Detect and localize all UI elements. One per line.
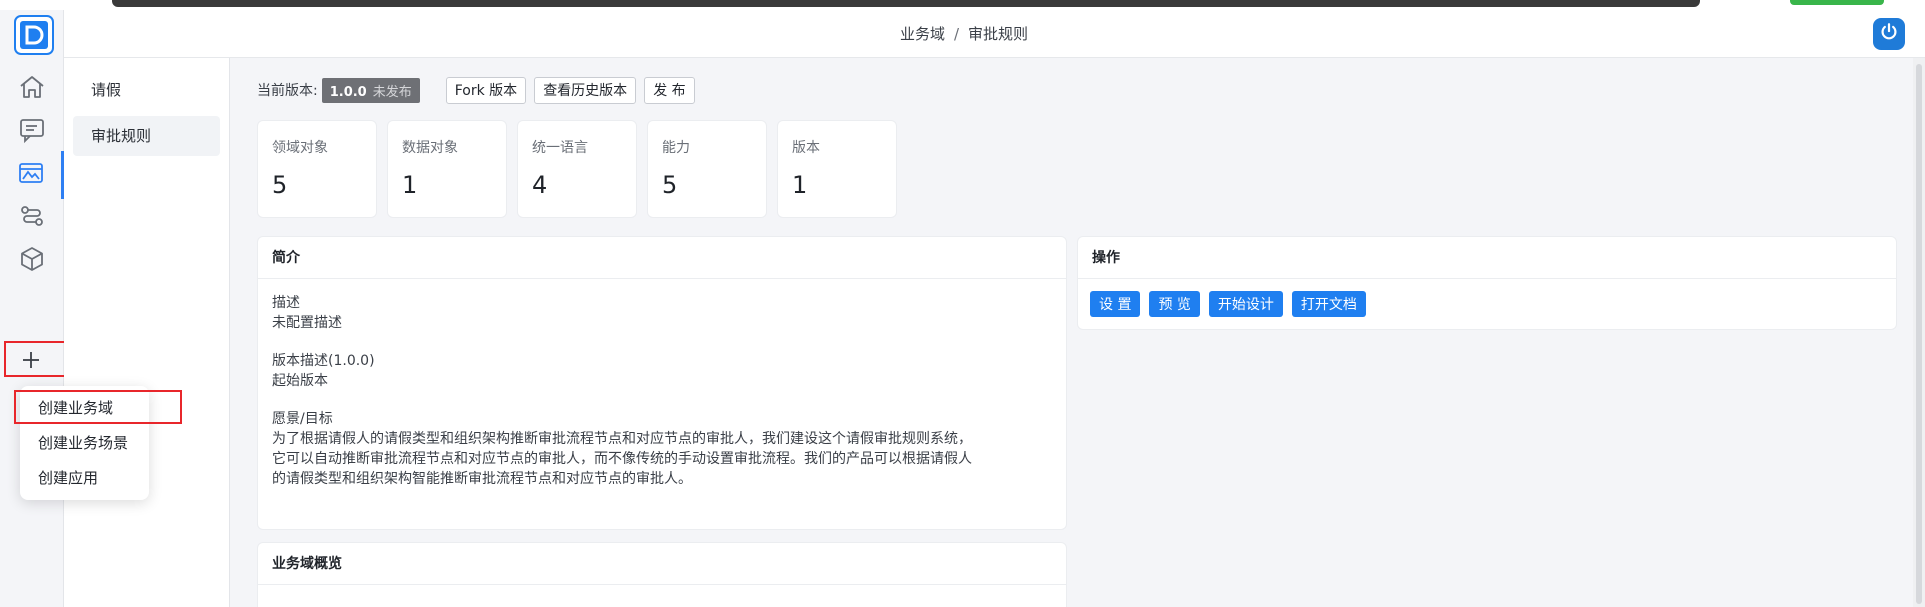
create-popup-menu: 创建业务域 创建业务场景 创建应用	[20, 386, 149, 500]
top-header: 业务域 / 审批规则	[64, 10, 1925, 58]
subnav-item-approval-rules[interactable]: 审批规则	[73, 116, 220, 156]
version-description-value: 起始版本	[272, 373, 328, 389]
stat-card-data-objects[interactable]: 数据对象 1	[387, 120, 507, 218]
app-logo-icon[interactable]	[14, 15, 54, 55]
vision-label: 愿景/目标	[272, 411, 333, 427]
workflow-icon	[17, 201, 47, 235]
fork-version-button[interactable]: Fork 版本	[445, 76, 527, 104]
stat-card-versions[interactable]: 版本 1	[777, 120, 897, 218]
stat-value: 5	[272, 171, 288, 199]
version-number: 1.0.0	[329, 84, 367, 100]
open-docs-button[interactable]: 打开文档	[1291, 291, 1366, 317]
stat-value: 4	[532, 171, 548, 199]
subnav-item-leave[interactable]: 请假	[73, 70, 220, 110]
breadcrumb-separator: /	[953, 25, 960, 43]
stat-card-domain-objects[interactable]: 领域对象 5	[257, 120, 377, 218]
breadcrumb: 业务域 / 审批规则	[64, 23, 1864, 44]
overview-title: 业务域概览	[258, 543, 1066, 585]
sub-sidebar: 请假 审批规则	[64, 58, 230, 607]
intro-panel: 简介 描述 未配置描述 版本描述(1.0.0) 起始版本 愿景/目标 为了根据请…	[257, 236, 1067, 530]
stat-label: 统一语言	[532, 140, 588, 156]
stat-value: 1	[792, 171, 808, 199]
main-content: 当前版本: 1.0.0 未发布 Fork 版本 查看历史版本 发 布 领域对象 5…	[230, 58, 1900, 607]
vertical-scrollbar[interactable]	[1913, 58, 1925, 607]
view-history-button[interactable]: 查看历史版本	[534, 76, 637, 104]
version-row: 当前版本: 1.0.0 未发布 Fork 版本 查看历史版本 发 布	[257, 76, 695, 104]
version-description-label: 版本描述(1.0.0)	[272, 353, 375, 369]
vision-line: 为了根据请假人的请假类型和组织架构推断审批流程节点和对应节点的审批人，我们建设这…	[272, 431, 972, 447]
start-design-button[interactable]: 开始设计	[1208, 291, 1283, 317]
description-value: 未配置描述	[272, 315, 342, 331]
stats-row: 领域对象 5 数据对象 1 统一语言 4 能力 5 版本 1	[257, 120, 907, 218]
vision-block: 愿景/目标 为了根据请假人的请假类型和组织架构推断审批流程节点和对应节点的审批人…	[272, 409, 1052, 489]
stat-card-capabilities[interactable]: 能力 5	[647, 120, 767, 218]
stat-label: 领域对象	[272, 140, 328, 156]
description-block: 描述 未配置描述	[272, 293, 1052, 333]
rail-workflow[interactable]	[0, 194, 64, 242]
intro-body: 描述 未配置描述 版本描述(1.0.0) 起始版本 愿景/目标 为了根据请假人的…	[258, 279, 1066, 521]
preview-button[interactable]: 预 览	[1149, 291, 1200, 317]
publish-button[interactable]: 发 布	[644, 76, 695, 104]
vision-line: 它可以自动推断审批流程节点和对应节点的审批人，而不像传统的手动设置审批流程。我们…	[272, 451, 972, 467]
breadcrumb-item-current: 审批规则	[968, 25, 1029, 43]
rail-image[interactable]	[0, 151, 64, 199]
settings-button[interactable]: 设 置	[1090, 291, 1141, 317]
power-icon	[1878, 21, 1900, 47]
top-bar	[112, 0, 1700, 7]
version-description-block: 版本描述(1.0.0) 起始版本	[272, 351, 1052, 391]
stat-value: 5	[662, 171, 678, 199]
power-button[interactable]	[1873, 18, 1905, 50]
version-badge: 1.0.0 未发布	[321, 77, 420, 103]
stat-label: 版本	[792, 140, 820, 156]
cube-icon	[17, 244, 47, 278]
home-icon	[17, 72, 47, 106]
description-label: 描述	[272, 295, 300, 311]
intro-title: 简介	[258, 237, 1066, 279]
browser-top-strip	[0, 0, 1925, 10]
menu-item-create-app[interactable]: 创建应用	[38, 467, 98, 488]
image-icon	[16, 158, 46, 192]
top-accent	[1790, 0, 1884, 5]
stat-label: 能力	[662, 140, 690, 156]
operations-body: 设 置 预 览 开始设计 打开文档	[1078, 279, 1896, 329]
rail-cube[interactable]	[0, 237, 64, 285]
version-label: 当前版本:	[257, 83, 318, 99]
scrollbar-thumb[interactable]	[1916, 64, 1922, 604]
plus-icon	[16, 345, 46, 379]
chat-icon	[17, 115, 47, 149]
version-status: 未发布	[372, 84, 412, 100]
vision-line: 的请假类型和组织架构智能推断审批流程节点和对应节点的审批人。	[272, 471, 692, 487]
rail-home[interactable]	[0, 65, 64, 113]
rail-chat[interactable]	[0, 108, 64, 156]
operations-panel: 操作 设 置 预 览 开始设计 打开文档	[1077, 236, 1897, 330]
left-rail	[0, 10, 106, 607]
stat-value: 1	[402, 171, 418, 199]
operations-title: 操作	[1078, 237, 1896, 279]
breadcrumb-item-domain[interactable]: 业务域	[900, 25, 945, 43]
menu-item-create-scenario[interactable]: 创建业务场景	[38, 432, 128, 453]
stat-card-ubiquitous-language[interactable]: 统一语言 4	[517, 120, 637, 218]
menu-item-create-domain[interactable]: 创建业务域	[38, 397, 113, 418]
overview-panel: 业务域概览	[257, 542, 1067, 607]
stat-label: 数据对象	[402, 140, 458, 156]
